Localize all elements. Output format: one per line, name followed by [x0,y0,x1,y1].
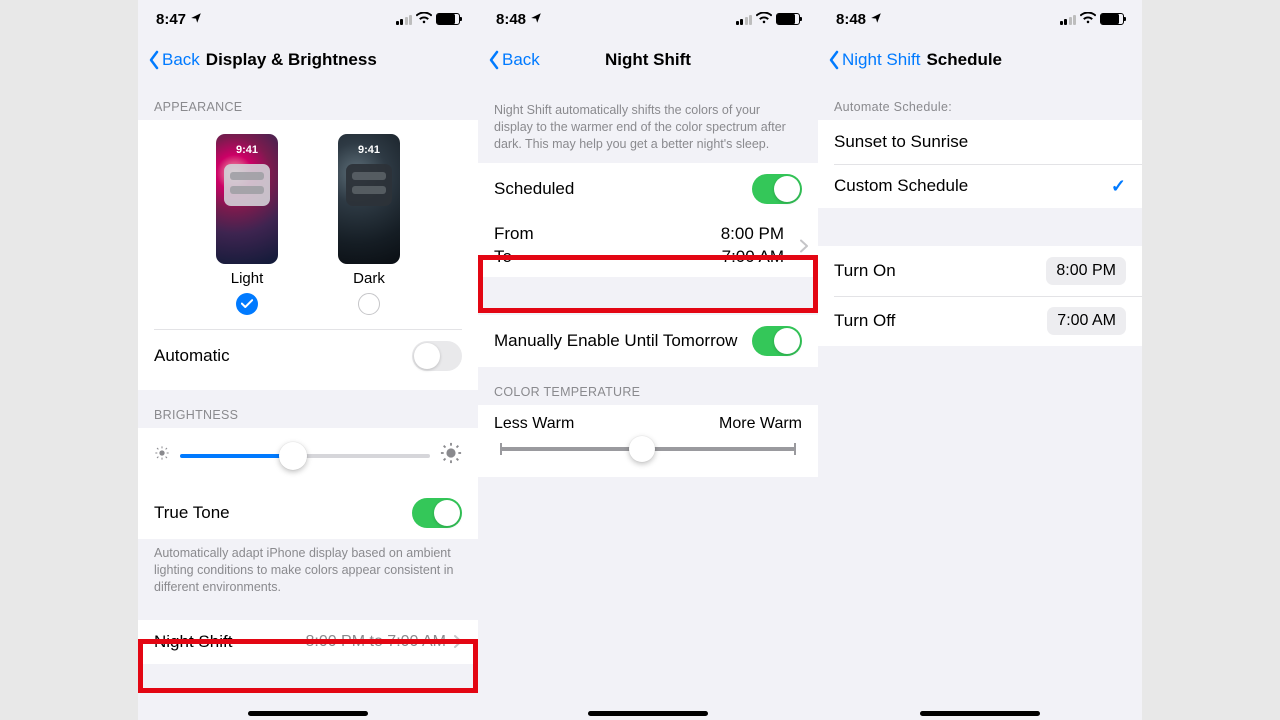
nightshift-label: Night Shift [154,632,232,652]
manual-enable-toggle[interactable] [752,326,802,356]
scheduled-label: Scheduled [494,179,574,199]
section-header-colortemp: Color Temperature [478,367,818,405]
back-label: Back [502,50,540,70]
back-button[interactable]: Night Shift [828,50,920,70]
sunset-sunrise-row[interactable]: Sunset to Sunrise [818,120,1142,164]
scheduled-row: Scheduled [478,163,818,215]
status-bar: 8:47 [138,0,478,38]
truetone-label: True Tone [154,503,230,523]
custom-schedule-label: Custom Schedule [834,176,968,196]
location-icon [530,11,542,28]
turn-off-label: Turn Off [834,311,895,331]
back-label: Back [162,50,200,70]
turn-on-label: Turn On [834,261,896,281]
appearance-group: 9:41 Light 9:41 Dark [138,120,478,390]
status-time: 8:48 [836,11,866,28]
to-value: 7:00 AM [722,246,802,269]
status-bar: 8:48 [478,0,818,38]
page-title: Display & Brightness [206,50,377,70]
home-indicator [920,711,1040,716]
battery-icon [1100,13,1124,25]
dark-preview: 9:41 [338,134,400,264]
scheduled-toggle[interactable] [752,174,802,204]
section-header-appearance: Appearance [138,82,478,120]
appearance-dark-option[interactable]: 9:41 Dark [338,134,400,315]
brightness-row [138,428,478,487]
manual-enable-row: Manually Enable Until Tomorrow [478,315,818,367]
wifi-icon [416,11,432,28]
automatic-row: Automatic [138,330,478,382]
nightshift-intro: Night Shift automatically shifts the col… [478,82,818,163]
from-label: From [494,223,534,246]
more-warm-label: More Warm [719,415,802,433]
screen-night-shift: 8:48 Back Night Shift Night Shift automa… [478,0,818,720]
schedule-times-row[interactable]: From 8:00 PM To 7:00 AM [478,215,818,277]
automatic-label: Automatic [154,346,230,366]
battery-icon [776,13,800,25]
turn-on-row[interactable]: Turn On 8:00 PM [818,246,1142,296]
color-temperature-slider[interactable] [500,447,796,451]
battery-icon [436,13,460,25]
dark-radio-unselected[interactable] [358,293,380,315]
to-label: To [494,246,512,269]
section-header-brightness: Brightness [138,390,478,428]
cellular-icon [736,14,753,25]
screen-schedule: 8:48 Night Shift Schedule Automate Sched… [818,0,1142,720]
location-icon [870,11,882,28]
location-icon [190,11,202,28]
light-label: Light [231,270,264,287]
cellular-icon [396,14,413,25]
turn-on-value[interactable]: 8:00 PM [1046,257,1126,285]
custom-schedule-row[interactable]: Custom Schedule ✓ [818,164,1142,208]
home-indicator [248,711,368,716]
less-warm-label: Less Warm [494,415,574,433]
nightshift-value: 8:00 PM to 7:00 AM [305,633,446,651]
status-bar: 8:48 [818,0,1142,38]
nightshift-row[interactable]: Night Shift 8:00 PM to 7:00 AM [138,620,478,664]
automatic-toggle[interactable] [412,341,462,371]
color-temperature-row: Less Warm More Warm [478,405,818,477]
turn-off-row[interactable]: Turn Off 7:00 AM [818,296,1142,346]
cellular-icon [1060,14,1077,25]
checkmark-icon: ✓ [1111,176,1126,197]
page-title: Schedule [926,50,1002,70]
wifi-icon [1080,11,1096,28]
status-time: 8:48 [496,11,526,28]
screen-display-brightness: 8:47 Back Display & Brightness Appearanc… [138,0,478,720]
nav-header: Night Shift Schedule [818,38,1142,82]
sun-max-icon [440,442,462,469]
manual-enable-label: Manually Enable Until Tomorrow [494,331,737,351]
truetone-toggle[interactable] [412,498,462,528]
sunset-sunrise-label: Sunset to Sunrise [834,132,968,152]
truetone-row: True Tone [138,487,478,539]
from-value: 8:00 PM [721,223,802,246]
chevron-right-icon [800,239,808,252]
sun-min-icon [154,445,170,466]
nav-header: Back Night Shift [478,38,818,82]
truetone-footer: Automatically adapt iPhone display based… [138,539,478,606]
back-button[interactable]: Back [148,50,200,70]
light-radio-selected[interactable] [236,293,258,315]
home-indicator [588,711,708,716]
back-label: Night Shift [842,50,920,70]
light-preview: 9:41 [216,134,278,264]
turn-off-value[interactable]: 7:00 AM [1047,307,1126,335]
status-time: 8:47 [156,11,186,28]
chevron-right-icon [454,635,462,648]
wifi-icon [756,11,772,28]
dark-label: Dark [353,270,385,287]
section-header-automate: Automate Schedule: [818,82,1142,120]
appearance-light-option[interactable]: 9:41 Light [216,134,278,315]
brightness-slider[interactable] [180,454,430,458]
back-button[interactable]: Back [488,50,540,70]
nav-header: Back Display & Brightness [138,38,478,82]
